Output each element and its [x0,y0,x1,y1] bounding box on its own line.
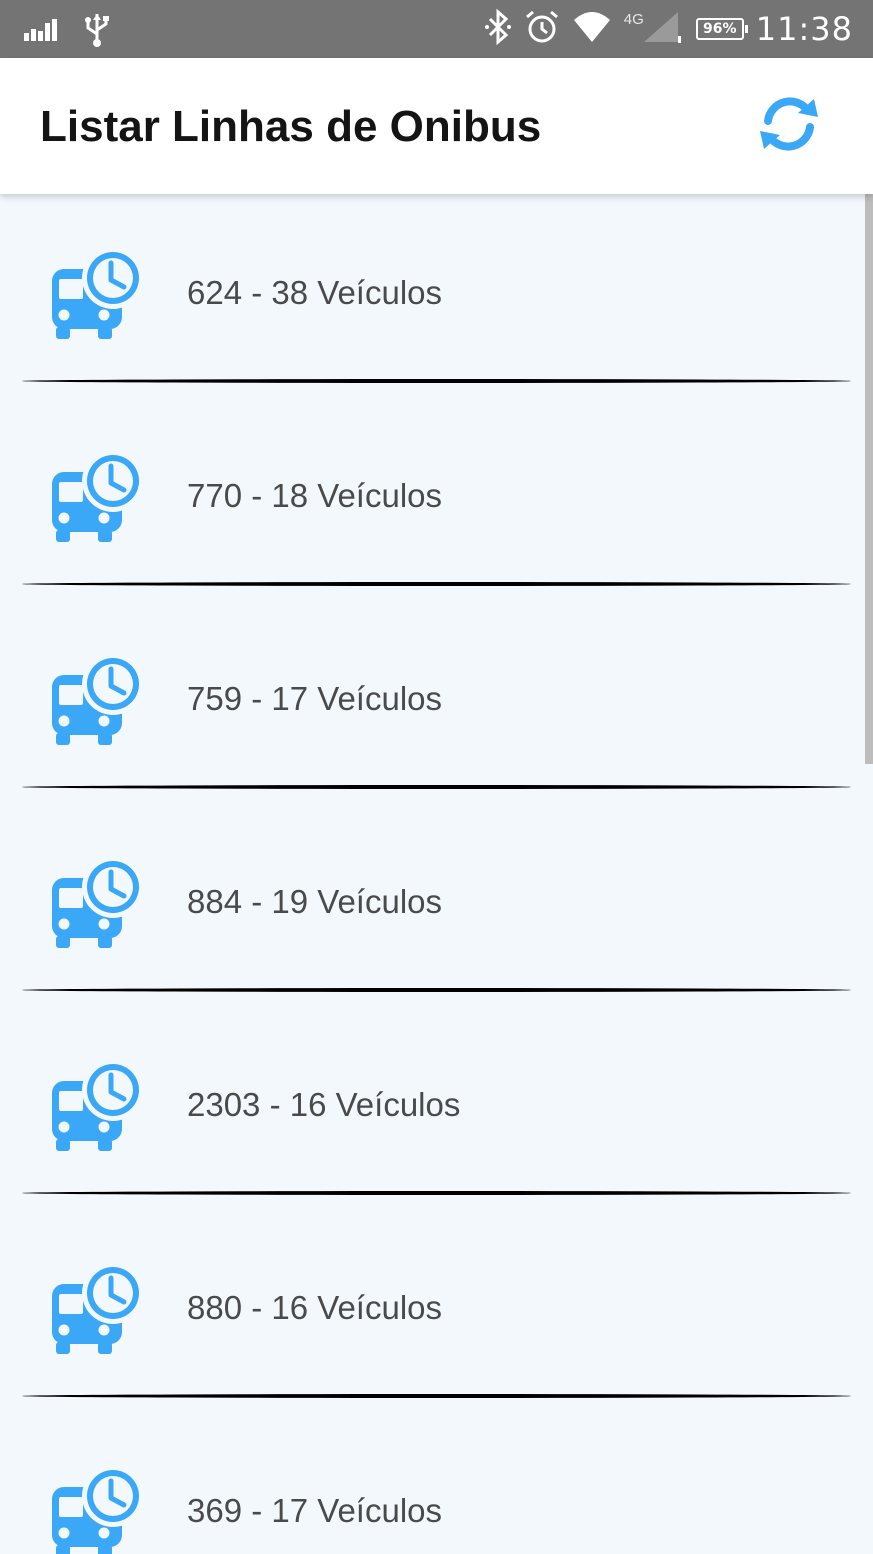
bus-schedule-icon [50,450,144,544]
divider [22,988,851,992]
list-item-label: 880 - 16 Veículos [187,1289,443,1326]
divider [22,379,851,383]
status-bar: 4G 96% 11:38 [0,0,873,58]
refresh-icon [754,97,824,156]
list-item[interactable]: 759 - 17 Veículos [0,600,873,803]
divider [22,1394,851,1398]
scrollbar[interactable] [865,194,873,764]
list-item[interactable]: 884 - 19 Veículos [0,803,873,1006]
list-item-label: 2303 - 16 Veículos [187,1086,461,1123]
clock: 11:38 [755,10,853,48]
status-left-icons [24,12,110,53]
list-item-label: 770 - 18 Veículos [187,477,443,514]
page-title: Listar Linhas de Onibus [40,102,542,151]
battery-icon: 96% [695,18,748,40]
wifi-icon [572,10,612,49]
refresh-button[interactable] [752,96,826,156]
divider [22,1191,851,1195]
cell-signal-icon [642,10,684,49]
list-item[interactable]: 2303 - 16 Veículos [0,1006,873,1209]
bus-schedule-icon [50,653,144,747]
list-item[interactable]: 880 - 16 Veículos [0,1209,873,1412]
bus-schedule-icon [50,856,144,950]
divider [22,582,851,586]
bus-schedule-icon [50,1262,144,1356]
bus-schedule-icon [50,1059,144,1153]
list-item-label: 369 - 17 Veículos [187,1492,443,1529]
list-item[interactable]: 770 - 18 Veículos [0,397,873,600]
bus-schedule-icon [50,247,144,341]
usb-icon [84,12,110,53]
list-item[interactable]: 624 - 38 Veículos [0,194,873,397]
signal-bars-icon [24,19,58,46]
divider [22,785,851,789]
list-item-label: 884 - 19 Veículos [187,883,443,920]
list-item[interactable]: 369 - 17 Veículos [0,1412,873,1554]
status-right-icons: 4G 96% 11:38 [484,8,853,50]
list-item-label: 624 - 38 Veículos [187,274,443,311]
bus-line-list[interactable]: 624 - 38 Veículos 770 - 18 Veículos 759 … [0,194,873,1554]
bluetooth-icon [484,8,512,50]
bus-schedule-icon [50,1465,144,1554]
alarm-icon [524,9,560,50]
list-item-label: 759 - 17 Veículos [187,680,443,717]
network-type: 4G [623,10,644,28]
app-bar: Listar Linhas de Onibus [0,58,873,194]
